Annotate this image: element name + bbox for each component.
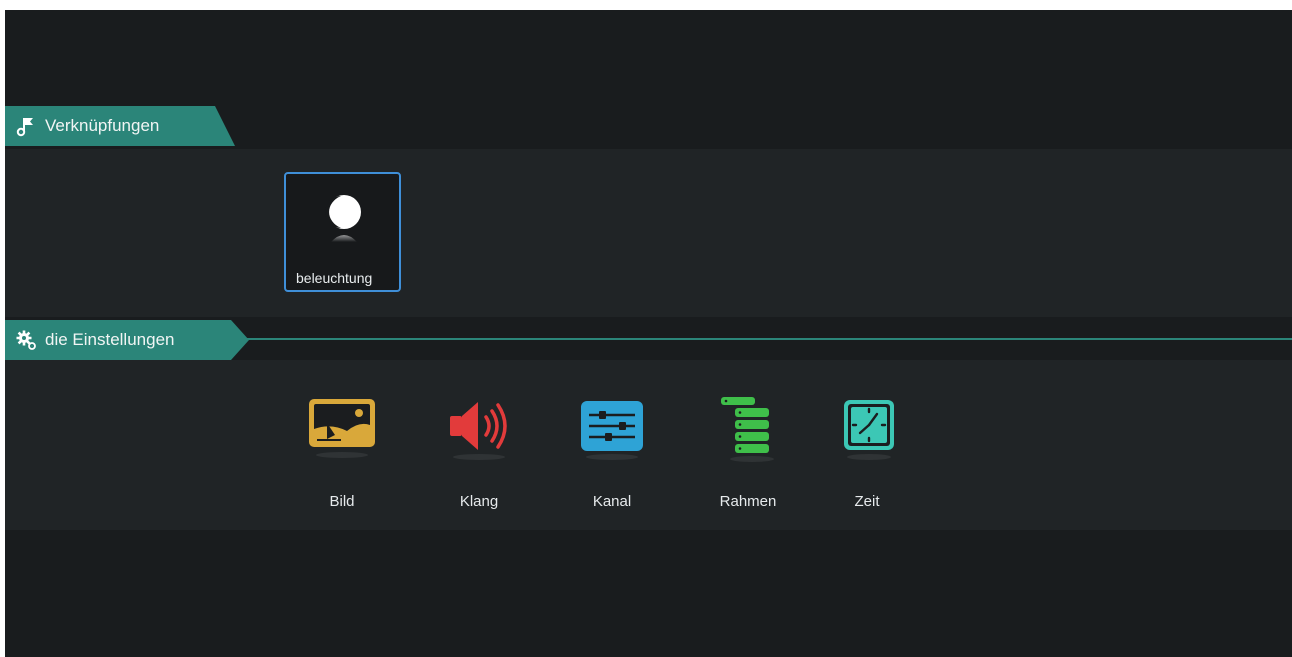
setting-label-kanal: Kanal	[592, 493, 632, 510]
flag-music-icon	[15, 115, 37, 137]
setting-kanal[interactable]: Kanal	[567, 395, 657, 510]
setting-zeit[interactable]: Zeit	[822, 395, 912, 510]
setting-rahmen[interactable]: Rahmen	[703, 395, 793, 510]
setting-label-bild: Bild	[329, 493, 355, 510]
setting-label-klang: Klang	[459, 493, 499, 510]
setting-bild[interactable]: Bild	[297, 395, 387, 510]
section-header-settings: die Einstellungen	[5, 320, 249, 360]
setting-klang[interactable]: Klang	[434, 395, 524, 510]
clock-icon	[832, 395, 902, 465]
server-stack-icon	[713, 395, 783, 465]
shortcuts-row	[5, 149, 1292, 317]
section-title-shortcuts: Verknüpfungen	[45, 116, 160, 135]
tv-menu-screen: Verknüpfungen beleuchtung die Einstellun…	[5, 10, 1292, 657]
section-title-settings: die Einstellungen	[45, 330, 175, 349]
speaker-icon	[444, 395, 514, 465]
sliders-icon	[577, 395, 647, 465]
setting-label-zeit: Zeit	[854, 493, 880, 510]
shortcut-label: beleuchtung	[296, 270, 373, 286]
setting-label-rahmen: Rahmen	[719, 493, 777, 510]
gears-icon	[15, 329, 37, 351]
moon-icon	[319, 188, 369, 248]
shortcut-tile-beleuchtung[interactable]: beleuchtung	[284, 172, 401, 292]
picture-icon	[307, 395, 377, 465]
section-header-shortcuts: Verknüpfungen	[5, 106, 235, 146]
section-divider	[245, 338, 1292, 340]
